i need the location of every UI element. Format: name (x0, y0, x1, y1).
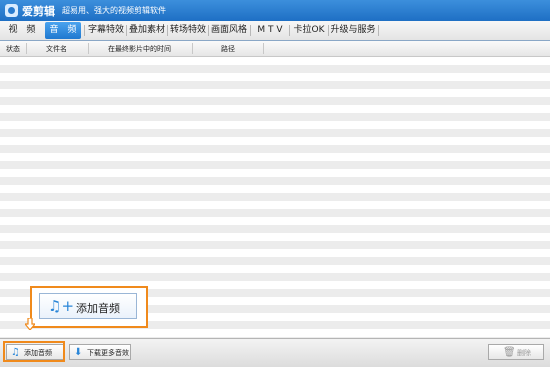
tab-audio[interactable]: 音 频 (45, 22, 81, 39)
arrow-down-icon (25, 318, 35, 330)
tab-upgrade-service[interactable]: 升级与服务 (329, 23, 377, 38)
audio-list-header: 状态 文件名 在最终影片中的时间 路径 (0, 41, 550, 57)
column-filename[interactable]: 文件名 (46, 44, 67, 54)
app-logo-icon (5, 4, 18, 17)
tab-karaoke[interactable]: 卡拉OK (290, 23, 328, 38)
tab-overlay-materials[interactable]: 叠加素材 (127, 23, 167, 38)
tab-mtv[interactable]: M T V (251, 23, 289, 38)
add-audio-callout: ♫+ 添加音频 (30, 286, 148, 328)
column-divider (26, 43, 27, 54)
download-icon: ⬇ (74, 347, 83, 358)
tab-divider (378, 25, 379, 36)
column-divider (88, 43, 89, 54)
tab-picture-style[interactable]: 画面风格 (209, 23, 249, 38)
tab-divider (84, 25, 85, 36)
column-divider (263, 43, 264, 54)
delete-button[interactable]: 🗑 删除 (488, 344, 544, 360)
download-more-sounds-button[interactable]: ⬇ 下载更多音效 (69, 344, 131, 360)
add-audio-callout-label: 添加音频 (76, 302, 120, 315)
app-slogan: 超易用、强大的视频剪辑软件 (62, 6, 166, 15)
delete-label: 删除 (517, 349, 531, 357)
title-bar: 爱剪辑 超易用、强大的视频剪辑软件 (0, 0, 550, 21)
bottom-toolbar: ♫ 添加音频 ⬇ 下载更多音效 🗑 删除 (0, 338, 550, 367)
add-audio-callout-button[interactable]: ♫+ 添加音频 (39, 293, 137, 319)
app-name: 爱剪辑 (22, 5, 55, 18)
tab-video[interactable]: 视 频 (4, 23, 40, 38)
column-path[interactable]: 路径 (221, 44, 235, 54)
music-add-icon: ♫+ (48, 297, 75, 315)
tab-bar: 视 频 音 频 字幕特效 叠加素材 转场特效 画面风格 M T V 卡拉OK 升… (0, 21, 550, 41)
tab-transition-effects[interactable]: 转场特效 (168, 23, 208, 38)
column-time-in-final-video[interactable]: 在最终影片中的时间 (108, 44, 171, 54)
column-divider (192, 43, 193, 54)
trash-icon: 🗑 (503, 347, 516, 358)
download-more-sounds-label: 下载更多音效 (87, 349, 129, 357)
column-status[interactable]: 状态 (6, 44, 20, 54)
add-audio-button-highlight (3, 341, 65, 362)
tab-subtitle-effects[interactable]: 字幕特效 (86, 23, 126, 38)
